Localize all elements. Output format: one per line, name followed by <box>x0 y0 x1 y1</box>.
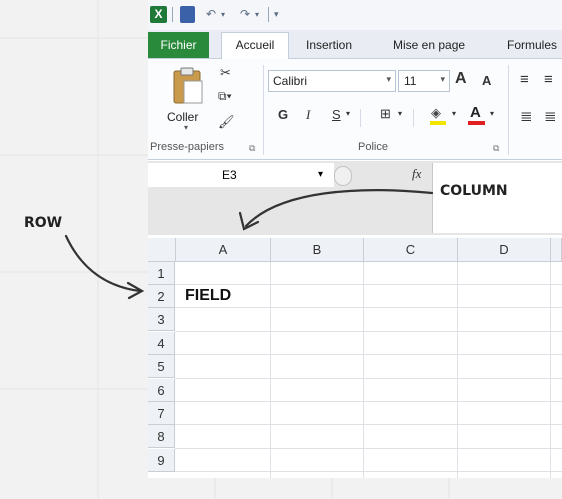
annotation-arrows <box>64 189 434 300</box>
column-arrowhead <box>238 211 260 231</box>
column-arrow <box>244 189 434 228</box>
